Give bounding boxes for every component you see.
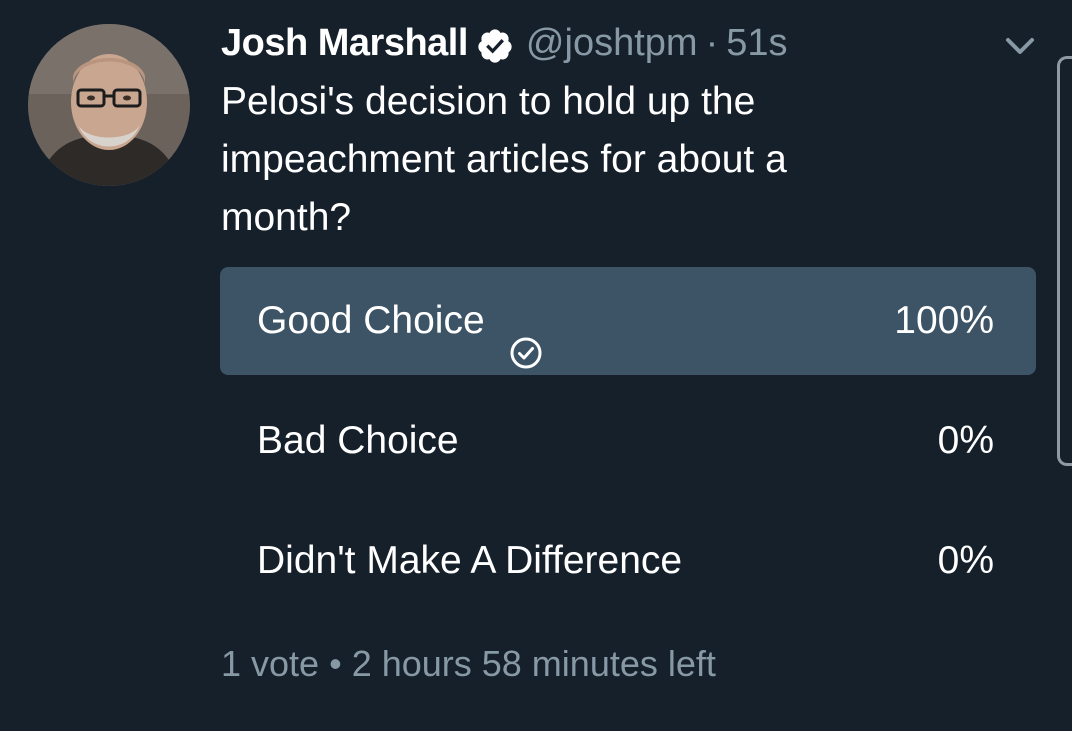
poll-option-bad-choice[interactable]: Bad Choice 0% <box>220 387 1036 495</box>
poll-option-label: Good Choice <box>257 299 485 342</box>
check-circle-icon <box>509 304 543 369</box>
footer-separator: • <box>329 643 342 684</box>
poll-option-percent: 100% <box>894 299 994 342</box>
poll-option-label: Didn't Make A Difference <box>257 539 683 582</box>
scrollbar[interactable] <box>1057 56 1072 466</box>
tweet[interactable]: Josh Marshall @joshtpm · 51s Pelosi's de… <box>0 0 1072 731</box>
tweet-content: Josh Marshall @joshtpm · 51s Pelosi's de… <box>221 14 1036 247</box>
tweet-timestamp[interactable]: 51s <box>726 14 787 72</box>
avatar[interactable] <box>28 24 190 186</box>
poll: Good Choice 100% Bad Choice 0% Didn't Ma… <box>220 267 1036 627</box>
tweet-text: Pelosi's decision to hold up the impeach… <box>221 80 787 239</box>
poll-option-good-choice[interactable]: Good Choice 100% <box>220 267 1036 375</box>
poll-option-percent: 0% <box>937 539 994 582</box>
chevron-down-icon[interactable] <box>1000 32 1040 62</box>
verified-badge-icon <box>476 24 514 63</box>
time-left: 2 hours 58 minutes left <box>351 643 716 684</box>
poll-option-no-difference[interactable]: Didn't Make A Difference 0% <box>220 507 1036 615</box>
author-name[interactable]: Josh Marshall <box>221 14 468 72</box>
poll-option-percent: 0% <box>937 419 994 462</box>
poll-option-label: Bad Choice <box>257 419 459 462</box>
vote-count: 1 vote <box>221 643 320 684</box>
author-handle[interactable]: @joshtpm <box>526 14 698 72</box>
tweet-header: Josh Marshall @joshtpm · 51s <box>221 14 1036 72</box>
poll-footer: 1 vote • 2 hours 58 minutes left <box>221 636 716 692</box>
header-separator: · <box>705 22 719 64</box>
